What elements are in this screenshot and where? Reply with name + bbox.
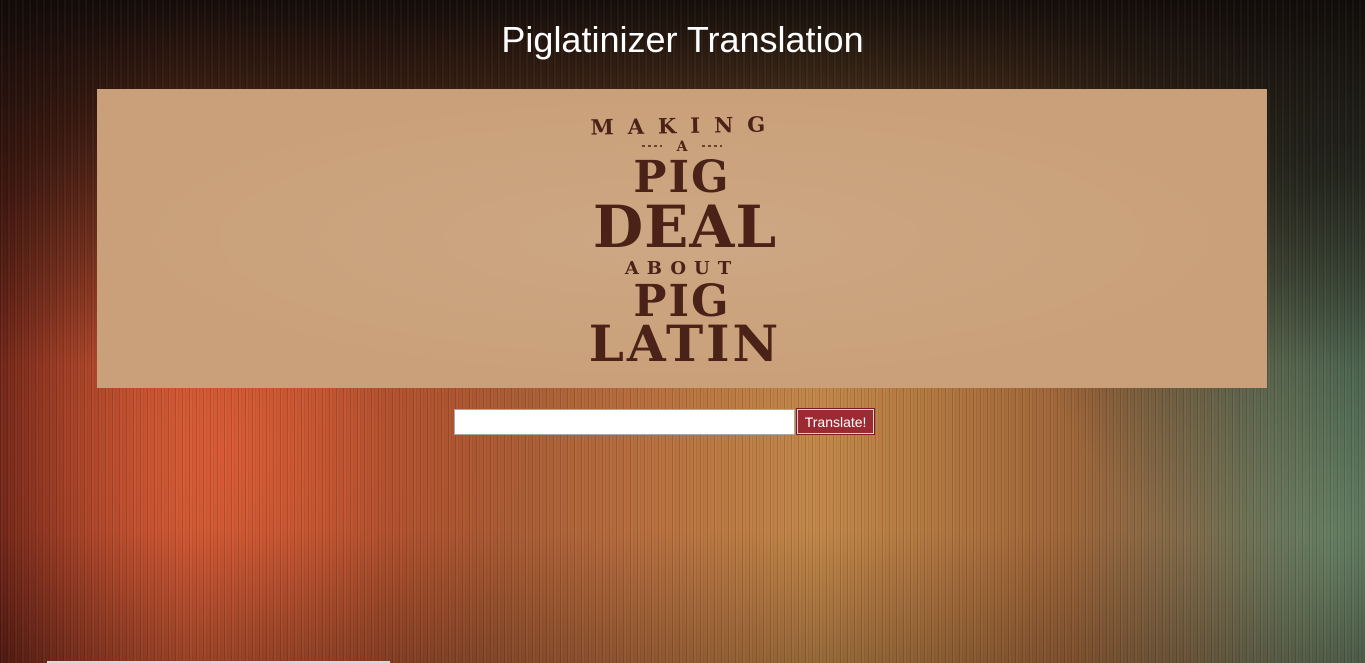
translate-button[interactable]: Translate! (796, 408, 875, 435)
banner-line-making: MAKING (590, 111, 779, 139)
banner-line-latin: LATIN (589, 314, 782, 373)
phrase-input[interactable] (454, 409, 796, 435)
banner-line-deal: DEAL (593, 193, 777, 261)
banner-lettering: MAKING A PIG DEAL ABOUT PIG LATIN (589, 111, 782, 373)
page-title: Piglatinizer Translation (501, 19, 864, 60)
translate-form: Translate! (454, 408, 875, 435)
banner-image: MAKING A PIG DEAL ABOUT PIG LATIN (97, 89, 1267, 388)
